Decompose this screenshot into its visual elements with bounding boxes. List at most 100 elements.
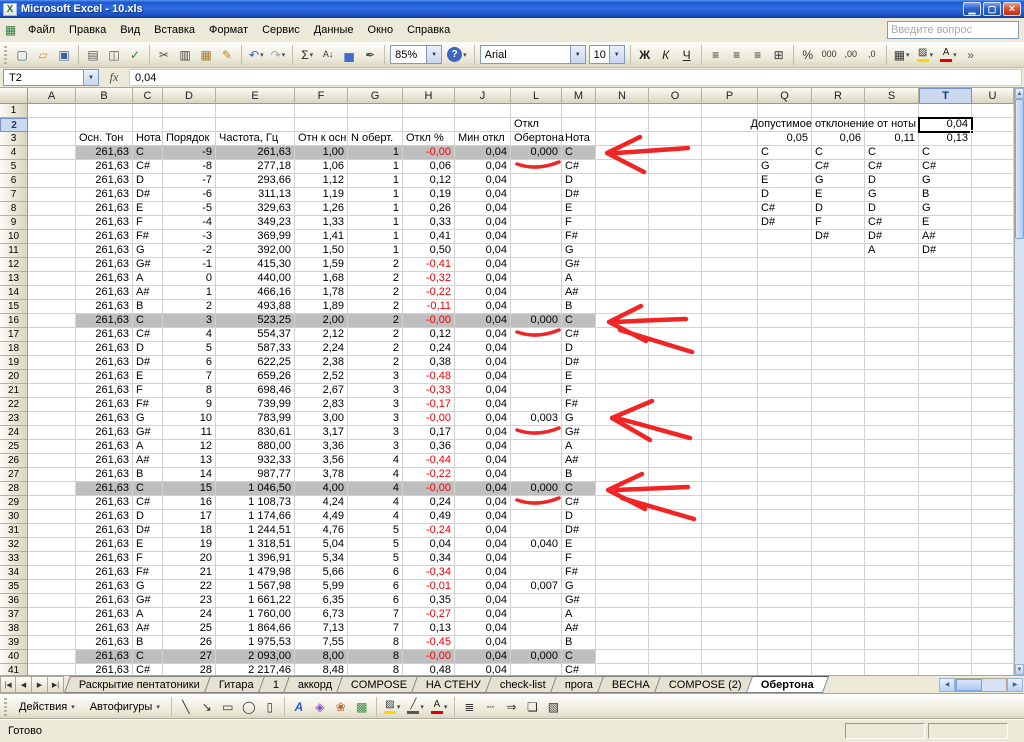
sheet-tab-5[interactable]: НА СТЕНУ — [411, 676, 497, 693]
row-header-3[interactable]: 3 — [0, 132, 28, 146]
cell-L10[interactable] — [511, 230, 562, 244]
cell-L28[interactable]: 0,000 — [511, 482, 562, 496]
sheet-tab-10[interactable]: Обертона — [745, 676, 829, 693]
cell-H38[interactable]: 0,13 — [403, 622, 455, 636]
cell-U19[interactable] — [972, 356, 1014, 370]
cell-Q21[interactable] — [758, 384, 812, 398]
column-header-O[interactable]: O — [649, 88, 702, 104]
cell-D30[interactable]: 17 — [163, 510, 216, 524]
cell-T29[interactable] — [919, 496, 972, 510]
menu-format[interactable]: Формат — [202, 20, 255, 40]
cell-O8[interactable] — [649, 202, 702, 216]
cell-U8[interactable] — [972, 202, 1014, 216]
italic-button[interactable]: К — [656, 45, 676, 65]
cell-L29[interactable] — [511, 496, 562, 510]
cell-H37[interactable]: -0,27 — [403, 608, 455, 622]
cell-H3[interactable]: Откл % — [403, 132, 455, 146]
cell-B3[interactable]: Осн. Тон — [76, 132, 133, 146]
cell-G4[interactable]: 1 — [348, 146, 403, 160]
cell-E16[interactable]: 523,25 — [216, 314, 295, 328]
cell-S27[interactable] — [865, 468, 919, 482]
cell-C41[interactable]: C# — [133, 664, 163, 675]
column-header-F[interactable]: F — [295, 88, 348, 104]
cell-P12[interactable] — [702, 258, 758, 272]
format-painter-icon[interactable]: ✎ — [217, 45, 237, 65]
cell-P6[interactable] — [702, 174, 758, 188]
cell-Q15[interactable] — [758, 300, 812, 314]
align-left-icon[interactable]: ≡ — [706, 45, 726, 65]
cell-A17[interactable] — [28, 328, 76, 342]
cell-B36[interactable]: 261,63 — [76, 594, 133, 608]
cell-R22[interactable] — [812, 398, 865, 412]
cell-R8[interactable]: D — [812, 202, 865, 216]
column-header-L[interactable]: L — [511, 88, 562, 104]
cell-G16[interactable]: 2 — [348, 314, 403, 328]
row-header-38[interactable]: 38 — [0, 622, 28, 636]
cell-B22[interactable]: 261,63 — [76, 398, 133, 412]
cell-P10[interactable] — [702, 230, 758, 244]
cell-R37[interactable] — [812, 608, 865, 622]
cell-G2[interactable] — [348, 118, 403, 132]
menu-edit[interactable]: Правка — [62, 20, 113, 40]
font-size-combo[interactable]: 10 ▼ — [588, 45, 625, 64]
cell-S31[interactable] — [865, 524, 919, 538]
cell-N25[interactable] — [596, 440, 649, 454]
cell-O1[interactable] — [649, 104, 702, 118]
cell-O20[interactable] — [649, 370, 702, 384]
cell-M9[interactable]: F — [562, 216, 596, 230]
cell-Q32[interactable] — [758, 538, 812, 552]
insert-function-icon[interactable]: fx — [110, 70, 119, 85]
cell-L23[interactable]: 0,003 — [511, 412, 562, 426]
cell-U10[interactable] — [972, 230, 1014, 244]
cell-R9[interactable]: F — [812, 216, 865, 230]
cell-O35[interactable] — [649, 580, 702, 594]
sheet-tab-4[interactable]: COMPOSE — [336, 676, 423, 693]
cell-P14[interactable] — [702, 286, 758, 300]
cell-Q28[interactable] — [758, 482, 812, 496]
cell-H29[interactable]: 0,24 — [403, 496, 455, 510]
cell-M27[interactable]: B — [562, 468, 596, 482]
cell-O6[interactable] — [649, 174, 702, 188]
cell-B1[interactable] — [76, 104, 133, 118]
cell-S25[interactable] — [865, 440, 919, 454]
autoshapes-menu[interactable]: Автофигуры ▾ — [83, 698, 167, 716]
cell-S3[interactable]: 0,11 — [865, 132, 919, 146]
cell-P23[interactable] — [702, 412, 758, 426]
column-header-N[interactable]: N — [596, 88, 649, 104]
menu-window[interactable]: Окно — [361, 20, 401, 40]
cell-D24[interactable]: 11 — [163, 426, 216, 440]
cell-B37[interactable]: 261,63 — [76, 608, 133, 622]
cell-T2[interactable]: 0,04 — [919, 118, 972, 132]
cell-G23[interactable]: 3 — [348, 412, 403, 426]
cell-N6[interactable] — [596, 174, 649, 188]
cell-A16[interactable] — [28, 314, 76, 328]
cell-Q20[interactable] — [758, 370, 812, 384]
column-header-Q[interactable]: Q — [758, 88, 812, 104]
cell-E31[interactable]: 1 244,51 — [216, 524, 295, 538]
cell-E26[interactable]: 932,33 — [216, 454, 295, 468]
cell-T41[interactable] — [919, 664, 972, 675]
cell-P5[interactable] — [702, 160, 758, 174]
cell-D23[interactable]: 10 — [163, 412, 216, 426]
cell-S7[interactable]: G — [865, 188, 919, 202]
undo-icon[interactable]: ↶ ▾ — [246, 45, 267, 65]
cell-R41[interactable] — [812, 664, 865, 675]
comma-style-icon[interactable]: 000 — [819, 45, 840, 65]
cell-J19[interactable]: 0,04 — [455, 356, 511, 370]
cell-F35[interactable]: 5,99 — [295, 580, 348, 594]
cell-A15[interactable] — [28, 300, 76, 314]
scroll-left-button[interactable]: ◀ — [939, 677, 955, 692]
cell-E36[interactable]: 1 661,22 — [216, 594, 295, 608]
cell-G20[interactable]: 3 — [348, 370, 403, 384]
zoom-combo[interactable]: 85% ▼ — [390, 45, 443, 64]
cell-F13[interactable]: 1,68 — [295, 272, 348, 286]
cell-H21[interactable]: -0,33 — [403, 384, 455, 398]
cell-U12[interactable] — [972, 258, 1014, 272]
cell-B17[interactable]: 261,63 — [76, 328, 133, 342]
cell-E4[interactable]: 261,63 — [216, 146, 295, 160]
cell-L1[interactable] — [511, 104, 562, 118]
question-input[interactable] — [888, 24, 1018, 36]
cell-F38[interactable]: 7,13 — [295, 622, 348, 636]
cell-E30[interactable]: 1 174,66 — [216, 510, 295, 524]
cell-E5[interactable]: 277,18 — [216, 160, 295, 174]
